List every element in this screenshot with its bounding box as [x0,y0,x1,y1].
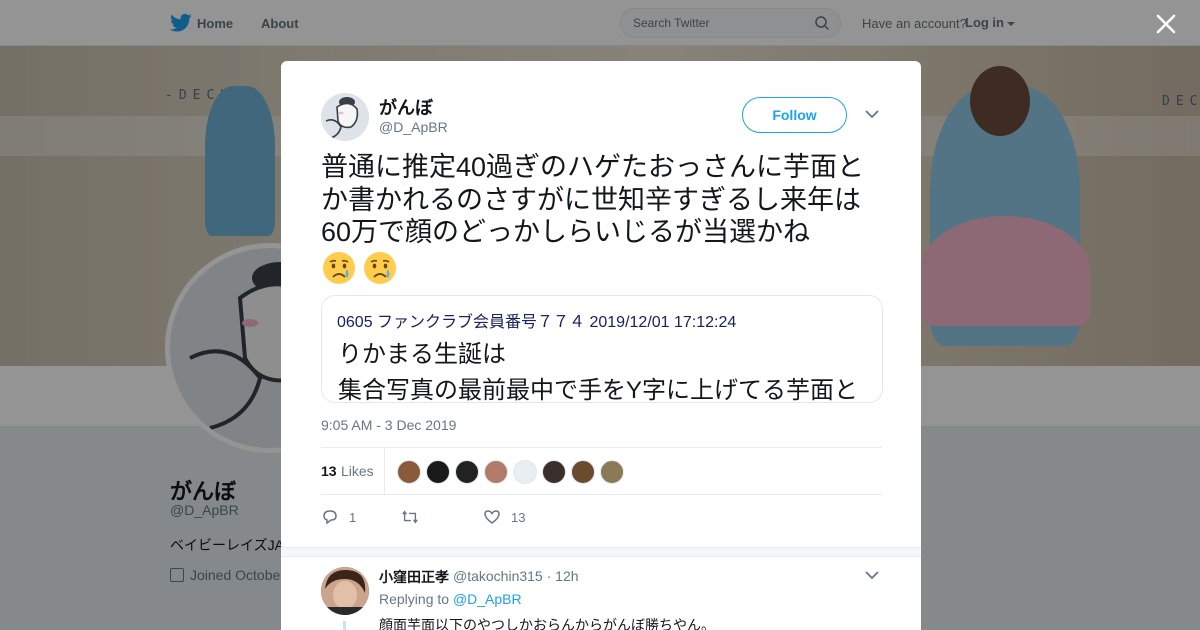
quoted-content[interactable]: 0605 ファンクラブ会員番号７７４ 2019/12/01 17:12:24 り… [321,295,883,403]
tweet-stats: 13 Likes [321,447,882,495]
liker-avatar[interactable] [513,460,537,484]
stats-divider [384,448,385,494]
chevron-down-icon[interactable] [865,570,879,580]
crying-face-icon [323,252,355,284]
replying-to-mention[interactable]: @D_ApBR [453,591,522,607]
liker-avatar[interactable] [455,460,479,484]
author-name[interactable]: がんぼ [379,94,433,120]
close-icon[interactable] [1152,10,1180,38]
follow-button[interactable]: Follow [742,97,847,133]
tweet-modal: がんぼ @D_ApBR Follow 普通に推定40過ぎのハゲたおっさんに芋面と… [281,61,921,630]
liker-avatar[interactable] [542,460,566,484]
liker-avatar[interactable] [484,460,508,484]
liker-avatar[interactable] [600,460,624,484]
liker-avatar[interactable] [397,460,421,484]
quote-header: 0605 ファンクラブ会員番号７７４ 2019/12/01 17:12:24 [337,314,737,331]
author-handle[interactable]: @D_ApBR [379,119,448,135]
tweet-timestamp[interactable]: 9:05 AM - 3 Dec 2019 [321,417,456,433]
chevron-down-icon[interactable] [865,109,879,119]
liker-avatar[interactable] [571,460,595,484]
retweet-icon [402,510,418,524]
likes-label[interactable]: Likes [341,463,374,479]
reply-icon [323,510,337,525]
reply-thread-line [343,621,346,630]
liker-avatar[interactable] [426,460,450,484]
quote-line-2: 集合写真の最前最中で手をY字に上げてる芋面と [338,377,859,403]
tweet-text: 普通に推定40過ぎのハゲたおっさんに芋面とか書かれるのさすがに世知辛すぎるし来年… [321,152,865,247]
replying-to-prefix: Replying to [379,591,450,607]
quote-line-1: りかまる生誕は [338,341,506,368]
reply-text: 顔面芋面以下のやつしかおらんからがんぼ勝ちやん。 [379,617,715,630]
likes-count[interactable]: 13 [321,463,337,479]
replying-to: Replying to @D_ApBR [379,591,522,607]
crying-face-icon [364,252,397,284]
reply-separator [281,547,921,557]
reply-count: 1 [349,509,357,525]
reply-avatar[interactable] [321,567,369,615]
like-count: 13 [511,509,526,525]
author-avatar[interactable] [321,93,369,141]
liker-avatars [397,460,629,484]
like-button[interactable]: 13 [483,508,525,526]
reply-author-handle[interactable]: @takochin315 · 12h [453,568,579,584]
heart-icon [484,510,500,524]
tweet-emoji-row [322,251,400,285]
reply-avatar-photo-icon [321,567,369,615]
author-avatar-illustration-icon [321,93,369,141]
reply-author-name[interactable]: 小窪田正孝 [379,567,449,587]
tweet-actions: 1 13 [321,506,881,532]
retweet-button[interactable] [401,508,429,526]
reply-button[interactable]: 1 [321,508,356,526]
